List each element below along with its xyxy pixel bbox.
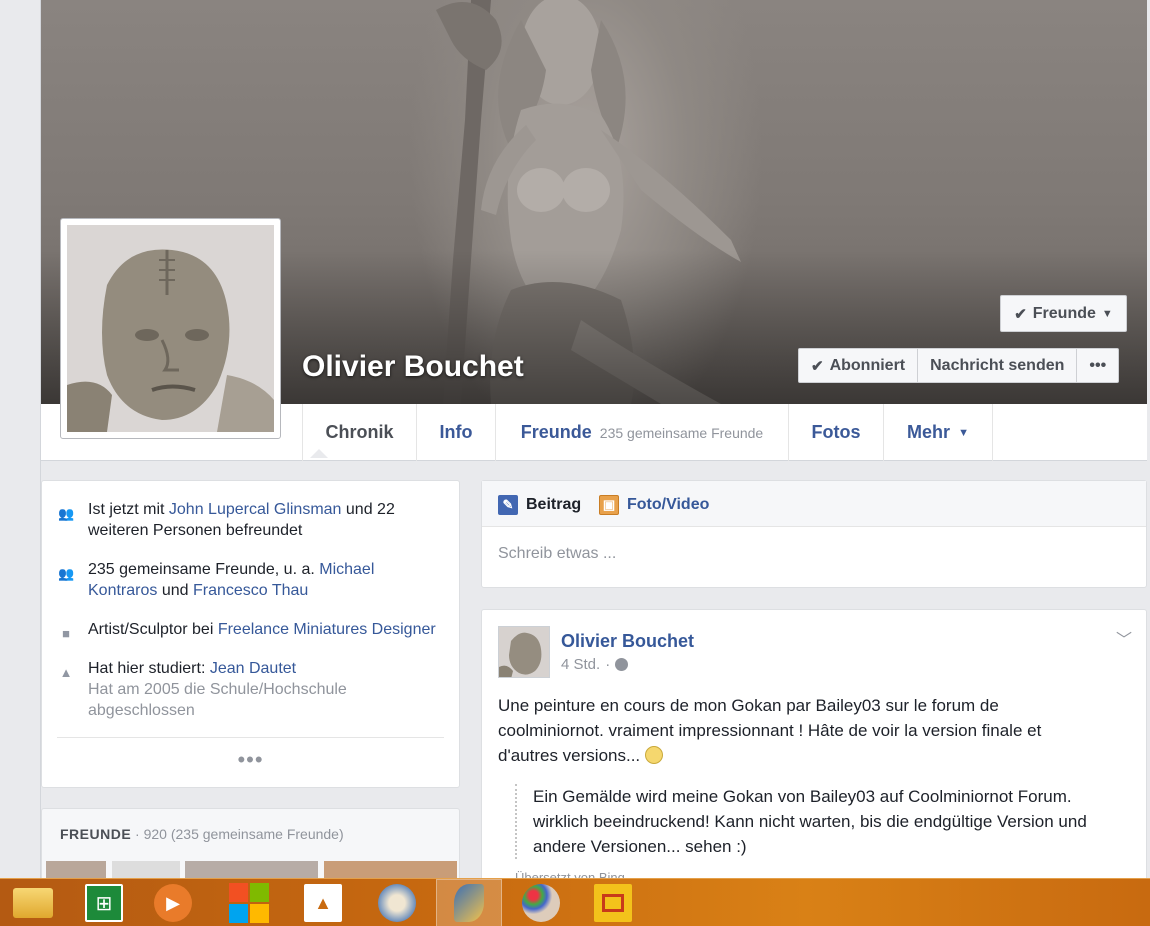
friends-button[interactable]: ✔ Freunde ▼ [1000,295,1127,332]
meta-separator: · [605,656,611,673]
slide-frame [602,894,624,912]
graduation-note: Hat am 2005 die Schule/Hochschule abgesc… [88,681,347,719]
post-translation: Ein Gemälde wird meine Gokan von Bailey0… [515,784,1125,859]
profile-picture[interactable] [60,218,281,439]
intro-text: Ist jetzt mit [88,501,169,518]
post-text-content: Une peinture en cours de mon Gokan par B… [498,696,1042,765]
globe-icon[interactable] [615,658,629,671]
app-icon[interactable]: ▲ [290,879,356,926]
paint-tools-icon[interactable] [364,879,430,926]
palette-shape [522,884,560,922]
intro-text: Hat hier studiert: [88,660,210,677]
chevron-down-icon: ▼ [958,426,969,439]
tab-chronik-label: Chronik [325,422,394,442]
composer-tab-photo-label: Foto/Video [627,496,710,513]
send-message-button[interactable]: Nachricht senden [918,349,1078,382]
mutual-friends-count: 235 gemeinsame Freunde [599,424,764,441]
slideshow-icon[interactable] [580,879,646,926]
friend-link[interactable]: John Lupercal Glinsman [169,501,342,518]
checkmark-icon: ✔ [811,357,824,375]
chevron-down-icon: ▼ [1101,307,1113,320]
send-message-label: Nachricht senden [930,356,1065,374]
intro-item-mutual-friends: 👥 235 gemeinsame Freunde, u. a. Michael … [58,559,448,601]
active-tab-indicator [310,449,328,458]
media-player-icon[interactable]: ▶ [140,879,206,926]
briefcase-icon: ■ [62,626,70,641]
friends-box: FREUNDE · 920 (235 gemeinsame Freunde) [41,808,460,888]
store-shape: ⊞ [85,884,123,922]
composer-tabs: ✎ Beitrag ▣ Foto/Video [482,481,1146,527]
more-dots-icon: ••• [1089,356,1107,374]
composer-tab-photo[interactable]: ▣ Foto/Video [599,495,709,515]
post-options-chevron-icon[interactable]: ﹀ [1116,626,1132,650]
tab-freunde-label: Freunde [520,422,592,442]
play-shape: ▶ [154,884,192,922]
friends-button-label: Freunde [1032,304,1096,322]
pencil-icon: ✎ [498,495,518,515]
post-composer: ✎ Beitrag ▣ Foto/Video Schreib etwas ... [481,480,1147,588]
status-input[interactable]: Schreib etwas ... [498,545,616,563]
more-options-button[interactable]: ••• [1077,349,1118,382]
intro-text: 235 gemeinsame Freunde, u. a. [88,561,320,578]
windows-logo-shape [229,883,269,923]
photo-icon: ▣ [599,495,619,515]
intro-more-button[interactable]: ••• [42,747,459,773]
subscribed-button[interactable]: ✔ Abonniert [799,349,919,382]
post-meta: 4 Std. · [561,656,629,673]
friends-box-header[interactable]: FREUNDE · 920 (235 gemeinsame Freunde) [60,826,344,842]
employer-link[interactable]: Freelance Miniatures Designer [218,621,436,638]
friends-box-count: · 920 (235 gemeinsame Freunde) [131,826,344,842]
tab-mehr[interactable]: Mehr ▼ [883,404,993,461]
post-text: Une peinture en cours de mon Gokan par B… [498,693,1098,768]
file-explorer-icon[interactable] [0,879,66,926]
subscribed-button-label: Abonniert [829,356,906,374]
school-link[interactable]: Jean Dautet [210,660,296,677]
tab-mehr-label: Mehr [907,422,951,442]
intro-text: Artist/Sculptor bei [88,621,218,638]
paint-tools-shape [378,884,416,922]
divider [57,737,444,738]
composer-tab-post[interactable]: ✎ Beitrag [498,495,581,515]
intro-item-friendship: 👥 Ist jetzt mit John Lupercal Glinsman u… [58,499,448,541]
slideshow-shape [594,884,632,922]
brush-shape [454,884,484,922]
profile-name[interactable]: Olivier Bouchet [302,350,524,384]
tab-fotos-label: Fotos [811,422,861,442]
friends-box-title: FREUNDE [60,826,132,842]
intro-item-education: ▲ Hat hier studiert: Jean Dautet Hat am … [58,658,448,721]
friend-link[interactable]: Francesco Thau [193,582,308,599]
post-timestamp[interactable]: 4 Std. [561,656,600,673]
store-icon[interactable]: ⊞ [71,879,137,926]
intro-card: 👥 Ist jetzt mit John Lupercal Glinsman u… [41,480,460,788]
page-gutter-left [0,0,41,880]
checkmark-icon: ✔ [1014,305,1027,323]
people-icon: 👥 [58,566,75,581]
profile-picture-image [67,225,274,432]
tab-freunde[interactable]: Freunde 235 gemeinsame Freunde [495,404,788,461]
windows-logo-icon[interactable] [216,879,282,926]
profile-action-buttons: ✔ Abonniert Nachricht senden ••• [798,348,1120,383]
post-author-avatar[interactable] [498,626,550,678]
people-icon: 👥 [58,506,75,521]
intro-text: und [157,582,193,599]
artrage-icon[interactable] [436,879,502,926]
school-icon: ▲ [59,665,73,680]
post-author-name[interactable]: Olivier Bouchet [561,631,694,652]
intro-item-work: ■ Artist/Sculptor bei Freelance Miniatur… [58,619,448,641]
timeline-post: Olivier Bouchet 4 Std. · ﹀ Une peinture … [481,609,1147,889]
tab-info[interactable]: Info [416,404,495,461]
tab-fotos[interactable]: Fotos [788,404,883,461]
folder-shape [13,888,53,918]
composer-tab-post-label: Beitrag [526,496,582,513]
app-shape: ▲ [304,884,342,922]
smiley-emoji-icon [644,746,663,764]
tab-info-label: Info [439,422,473,442]
sculpted-head-illustration [67,225,274,432]
paint-palette-icon[interactable] [508,879,574,926]
windows-taskbar: ⊞ ▶ ▲ [0,878,1150,926]
avatar-image [499,627,549,677]
